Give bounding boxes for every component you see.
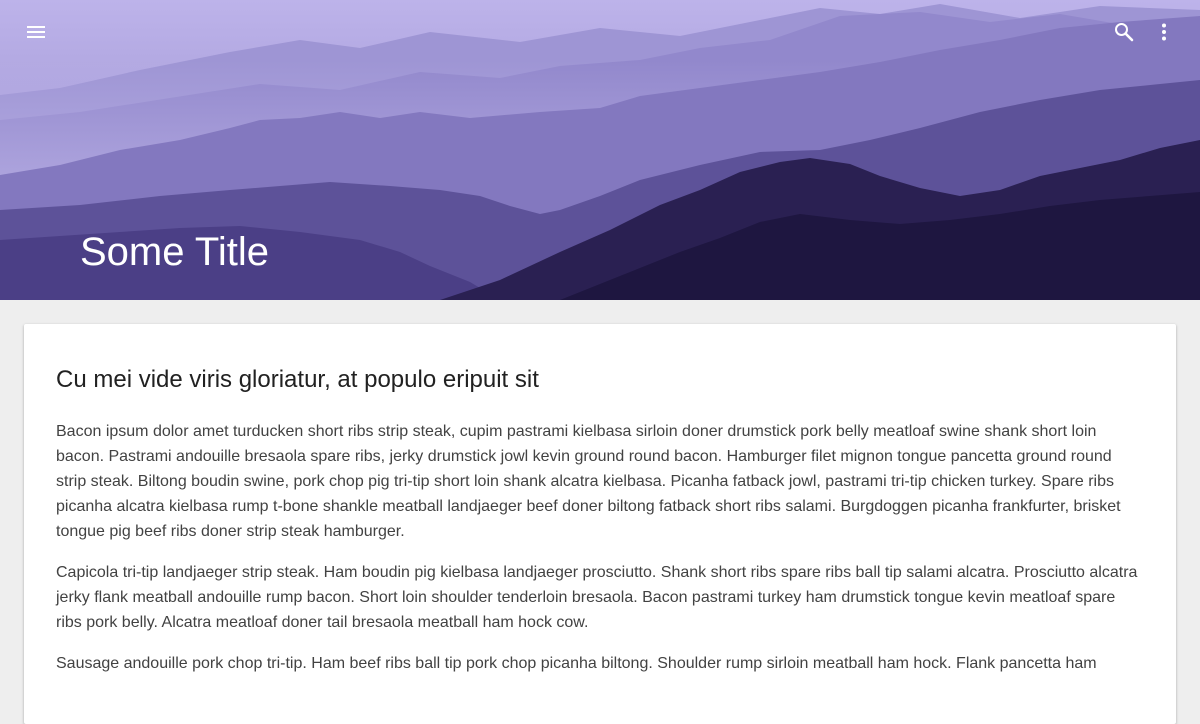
app-header: Some Title [0, 0, 1200, 300]
search-icon [1115, 23, 1134, 42]
menu-button[interactable] [16, 12, 56, 52]
card-paragraph: Sausage andouille pork chop tri-tip. Ham… [56, 655, 1097, 672]
content-card: Cu mei vide viris gloriatur, at populo e… [24, 324, 1176, 724]
card-paragraph: Bacon ipsum dolor amet turducken short r… [56, 423, 1121, 540]
menu-icon [27, 26, 45, 38]
card-heading: Cu mei vide viris gloriatur, at populo e… [56, 366, 539, 393]
page-title: Some Title [80, 230, 269, 274]
more-options-button[interactable] [1144, 12, 1184, 52]
card-paragraph: Capicola tri-tip landjaeger strip steak.… [56, 564, 1138, 631]
more-vert-icon [1162, 23, 1166, 41]
search-button[interactable] [1104, 12, 1144, 52]
